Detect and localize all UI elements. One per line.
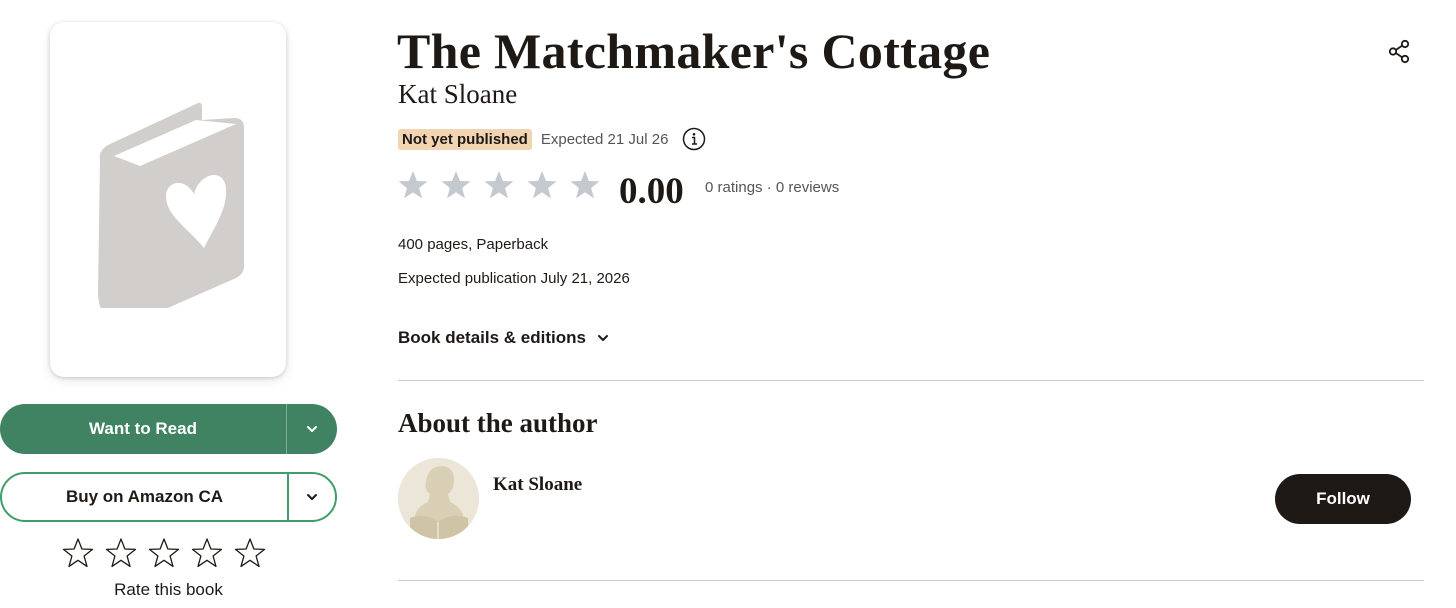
book-author-link[interactable]: Kat Sloane (398, 79, 517, 110)
book-title: The Matchmaker's Cottage (397, 23, 991, 79)
author-avatar[interactable] (398, 458, 479, 539)
star-filled-icon (482, 168, 516, 202)
book-heart-icon (98, 102, 244, 308)
average-rating-value: 0.00 (619, 171, 684, 212)
ratings-reviews-count[interactable]: 0 ratings · 0 reviews (705, 179, 839, 196)
buy-label[interactable]: Buy on Amazon CA (2, 474, 289, 520)
want-to-read-label[interactable]: Want to Read (0, 404, 287, 454)
chevron-down-icon (307, 494, 317, 500)
publication-info: Expected publication July 21, 2026 (398, 270, 630, 287)
book-format: 400 pages, Paperback (398, 236, 549, 253)
buy-options-dropdown-button[interactable] (289, 474, 335, 520)
star-filled-icon (525, 168, 559, 202)
info-button[interactable] (682, 127, 706, 151)
avatar-placeholder-icon (398, 458, 479, 539)
not-yet-published-badge: Not yet published (398, 128, 532, 150)
rate-this-book-stars[interactable] (61, 536, 267, 570)
book-cover[interactable] (50, 22, 286, 377)
rate-this-book-label: Rate this book (114, 580, 223, 599)
chevron-down-icon (597, 335, 608, 341)
follow-author-button[interactable]: Follow (1275, 474, 1411, 524)
star-filled-icon (439, 168, 473, 202)
star-outline-icon[interactable] (104, 536, 138, 570)
chevron-down-icon (307, 426, 317, 432)
share-icon (1388, 39, 1410, 64)
section-divider (398, 380, 1424, 381)
publication-status-row: Not yet published Expected 21 Jul 26 (398, 127, 706, 151)
about-author-name[interactable]: Kat Sloane (493, 474, 582, 496)
star-outline-icon[interactable] (233, 536, 267, 570)
section-divider (398, 580, 1424, 581)
star-filled-icon (396, 168, 430, 202)
average-rating-stars (396, 168, 602, 202)
star-outline-icon[interactable] (61, 536, 95, 570)
book-details-toggle[interactable]: Book details & editions (398, 328, 610, 348)
expected-date: Expected 21 Jul 26 (540, 130, 669, 148)
book-details-label[interactable]: Book details & editions (398, 328, 586, 348)
shelf-dropdown-button[interactable] (287, 404, 337, 454)
buy-on-amazon-button[interactable]: Buy on Amazon CA (0, 472, 337, 522)
about-author-heading: About the author (398, 408, 598, 438)
info-icon (683, 127, 706, 151)
want-to-read-button[interactable]: Want to Read (0, 404, 337, 454)
share-button[interactable] (1386, 38, 1414, 66)
star-outline-icon[interactable] (147, 536, 181, 570)
star-outline-icon[interactable] (190, 536, 224, 570)
star-filled-icon (568, 168, 602, 202)
